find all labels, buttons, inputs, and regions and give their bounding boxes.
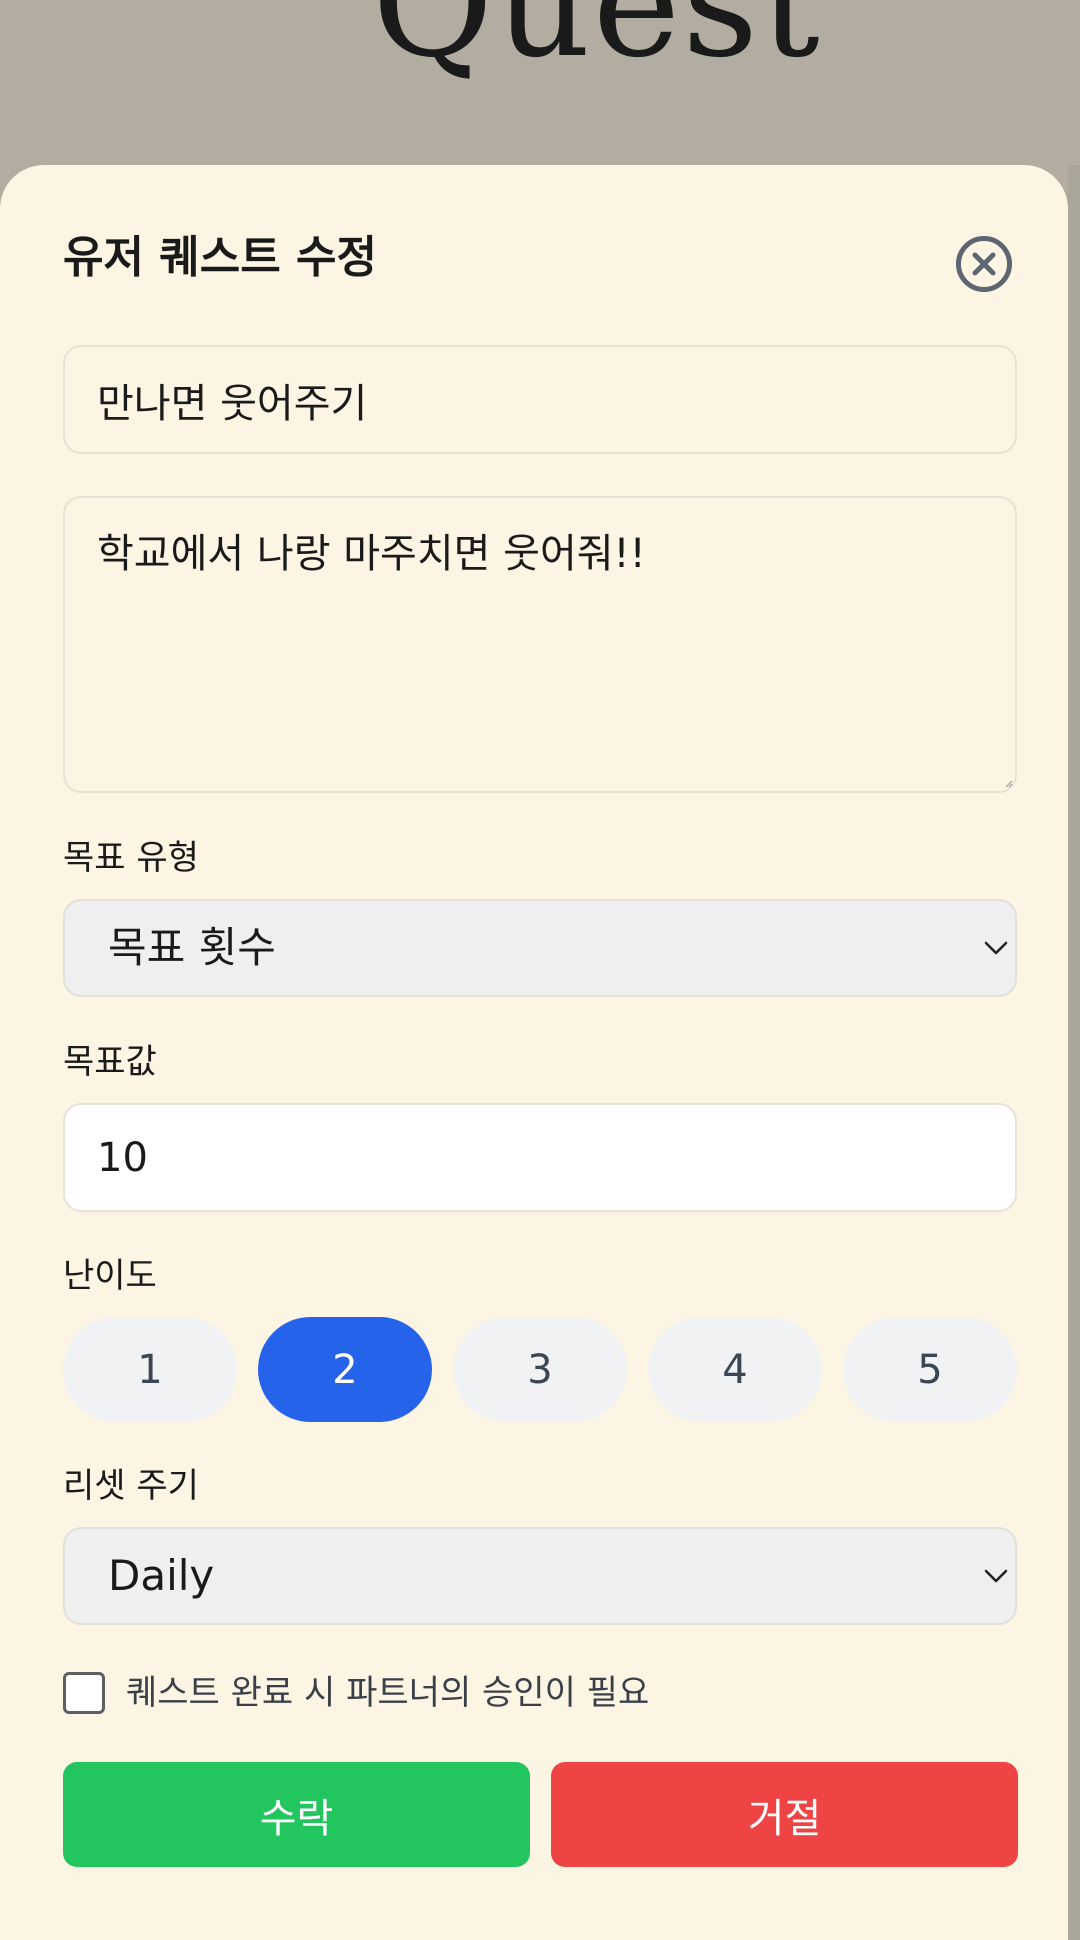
reset-cycle-selected-value: Daily [108, 1551, 215, 1600]
goal-type-label: 목표 유형 [63, 838, 199, 878]
difficulty-selector: 1 2 3 4 5 [63, 1317, 1017, 1422]
difficulty-option-2[interactable]: 2 [258, 1317, 432, 1422]
difficulty-option-4[interactable]: 4 [648, 1317, 822, 1422]
quest-title-input[interactable] [63, 345, 1017, 454]
difficulty-option-1[interactable]: 1 [63, 1317, 237, 1422]
quest-description-textarea[interactable]: 학교에서 나랑 마주치면 웃어줘!! [63, 496, 1017, 793]
reset-cycle-label: 리셋 주기 [63, 1466, 199, 1506]
partner-approval-label[interactable]: 퀘스트 완료 시 파트너의 승인이 필요 [126, 1672, 649, 1714]
background-page-edge [1068, 165, 1080, 1940]
difficulty-label: 난이도 [63, 1256, 157, 1296]
partner-approval-row: 퀘스트 완료 시 파트너의 승인이 필요 [63, 1672, 1017, 1714]
accept-button[interactable]: 수락 [63, 1762, 530, 1867]
partner-approval-checkbox[interactable] [63, 1672, 105, 1714]
goal-type-selected-value: 목표 횟수 [108, 923, 276, 972]
goal-value-input[interactable] [63, 1103, 1017, 1212]
difficulty-option-3[interactable]: 3 [453, 1317, 627, 1422]
goal-type-select[interactable]: 목표 횟수 [63, 899, 1017, 997]
goal-value-label: 목표값 [63, 1042, 157, 1082]
chevron-down-icon [984, 1569, 1008, 1583]
modal-title: 유저 퀘스트 수정 [63, 232, 377, 283]
textarea-resize-grip-icon[interactable] [1005, 780, 1013, 788]
close-icon [972, 252, 996, 276]
reject-button[interactable]: 거절 [551, 1762, 1018, 1867]
background-page-title: Quest [372, 0, 822, 90]
chevron-down-icon [984, 941, 1008, 955]
reset-cycle-select[interactable]: Daily [63, 1527, 1017, 1625]
difficulty-option-5[interactable]: 5 [843, 1317, 1017, 1422]
close-button[interactable] [956, 236, 1012, 292]
